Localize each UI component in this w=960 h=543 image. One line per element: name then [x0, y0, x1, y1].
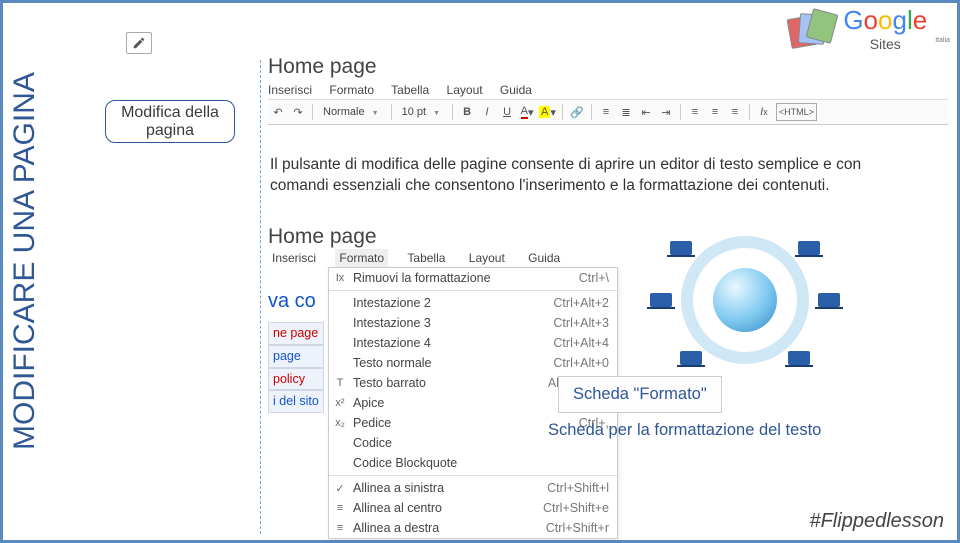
- link-button[interactable]: 🔗: [569, 103, 585, 121]
- bg-color-button[interactable]: A▾: [539, 103, 556, 121]
- menu-layout[interactable]: Layout: [447, 83, 483, 97]
- format-menu-item[interactable]: Testo normaleCtrl+Alt+0: [329, 353, 617, 373]
- edit-button[interactable]: [126, 32, 152, 54]
- page-title-2: Home page: [268, 225, 668, 249]
- toolbar: ↶ ↷ Normale 10 pt B I U A▾ A▾ 🔗 ≡ ≣ ⇤ ⇥ …: [268, 99, 948, 125]
- partial-heading: va co: [268, 286, 324, 316]
- italic-button[interactable]: I: [479, 103, 495, 121]
- menu-tabella-2[interactable]: Tabella: [403, 249, 449, 267]
- html-button[interactable]: <HTML>: [776, 103, 817, 121]
- size-dropdown[interactable]: 10 pt: [398, 106, 446, 118]
- scheda-formato-callout: Scheda "Formato": [558, 376, 722, 413]
- align-right-button[interactable]: ≡: [727, 103, 743, 121]
- bold-button[interactable]: B: [459, 103, 475, 121]
- nav-link-1[interactable]: ne page: [273, 326, 318, 340]
- undo-button[interactable]: ↶: [270, 103, 286, 121]
- menu-tabella[interactable]: Tabella: [391, 83, 429, 97]
- format-menu-item[interactable]: Intestazione 3Ctrl+Alt+3: [329, 313, 617, 333]
- pencil-icon: [132, 36, 146, 50]
- scheda-description: Scheda per la formattazione del testo: [548, 421, 821, 440]
- underline-button[interactable]: U: [499, 103, 515, 121]
- format-menu-item[interactable]: ✓Allinea a sinistraCtrl+Shift+l: [329, 478, 617, 498]
- align-left-button[interactable]: ≡: [687, 103, 703, 121]
- format-menu-item[interactable]: IxRimuovi la formattazioneCtrl+\: [329, 268, 617, 288]
- menu-guida-2[interactable]: Guida: [524, 249, 564, 267]
- menu-inserisci[interactable]: Inserisci: [268, 83, 312, 97]
- menu-bar: Inserisci Formato Tabella Layout Guida: [268, 83, 948, 97]
- menu-formato[interactable]: Formato: [329, 83, 374, 97]
- format-menu-item[interactable]: Intestazione 2Ctrl+Alt+2: [329, 293, 617, 313]
- redo-button[interactable]: ↷: [290, 103, 306, 121]
- menu-layout-2[interactable]: Layout: [465, 249, 509, 267]
- page-title: Home page: [268, 55, 948, 79]
- indent-button[interactable]: ⇥: [658, 103, 674, 121]
- hashtag-text: #Flippedlesson: [809, 510, 944, 533]
- editor-toolbar-screenshot: Home page Inserisci Formato Tabella Layo…: [268, 55, 948, 125]
- align-center-button[interactable]: ≡: [707, 103, 723, 121]
- network-illustration: [650, 235, 840, 365]
- bullet-list-button[interactable]: ≣: [618, 103, 634, 121]
- partial-sidebar: va co ne page page policy i del sito: [268, 286, 324, 413]
- italia-label: Italia: [935, 37, 950, 44]
- format-menu-item[interactable]: Intestazione 4Ctrl+Alt+4: [329, 333, 617, 353]
- outdent-button[interactable]: ⇤: [638, 103, 654, 121]
- description-text: Il pulsante di modifica delle pagine con…: [270, 155, 890, 197]
- menu-formato-2[interactable]: Formato: [335, 249, 388, 267]
- menu-bar-2: Inserisci Formato Tabella Layout Guida: [268, 251, 668, 265]
- menu-inserisci-2[interactable]: Inserisci: [268, 249, 320, 267]
- nav-link-4[interactable]: i del sito: [273, 394, 319, 408]
- google-logo: Google: [843, 5, 927, 36]
- text-color-button[interactable]: A▾: [519, 103, 535, 121]
- logo-area: Google Sites Italia: [789, 5, 950, 52]
- section-title: MODIFICARE UNA PAGINA: [8, 70, 42, 450]
- clear-format-button[interactable]: Ix: [756, 103, 772, 121]
- menu-guida[interactable]: Guida: [500, 83, 532, 97]
- sites-sheets-icon: [789, 11, 835, 47]
- style-dropdown[interactable]: Normale: [319, 106, 385, 118]
- nav-link-2[interactable]: page: [273, 349, 301, 363]
- format-menu-item[interactable]: ≡Allinea a destraCtrl+Shift+r: [329, 518, 617, 538]
- sites-label: Sites: [843, 36, 927, 52]
- nav-link-3[interactable]: policy: [273, 372, 305, 386]
- format-menu-item[interactable]: Codice Blockquote: [329, 453, 617, 473]
- connector-line: [260, 60, 261, 534]
- format-menu-item[interactable]: ≡Allinea al centroCtrl+Shift+e: [329, 498, 617, 518]
- callout-label: Modifica della pagina: [105, 100, 235, 143]
- numbered-list-button[interactable]: ≡: [598, 103, 614, 121]
